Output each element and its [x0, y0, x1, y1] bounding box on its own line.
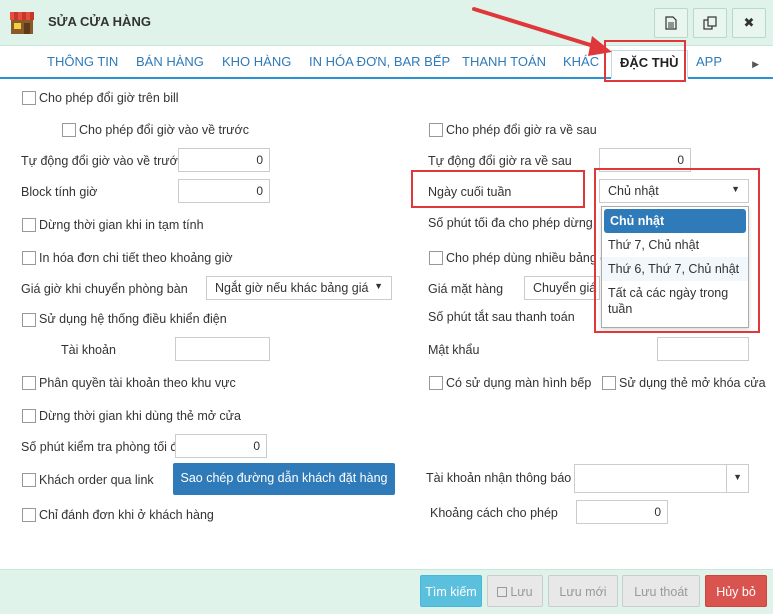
document-icon	[665, 16, 677, 30]
kitchen-screen-checkbox[interactable]	[429, 376, 443, 390]
customer-order-link-checkbox[interactable]	[22, 473, 36, 487]
save-new-button[interactable]: Lưu mới	[548, 575, 618, 607]
price-on-room-change-select[interactable]: Ngắt giờ nếu khác bảng giá ▼	[206, 276, 392, 300]
copy-icon	[703, 16, 717, 30]
customer-only-here-checkbox[interactable]	[22, 508, 36, 522]
change-time-out-later-checkbox[interactable]	[429, 123, 443, 137]
max-room-check-input[interactable]: 0	[175, 434, 267, 458]
close-button[interactable]: ✖	[732, 8, 766, 38]
use-electric-control-label: Sử dụng hệ thống điều khiển điện	[39, 312, 227, 326]
window-title: SỬA CỬA HÀNG	[48, 14, 151, 29]
account-input[interactable]	[175, 337, 270, 361]
auto-off-minutes-label: Số phút tắt sau thanh toán	[428, 310, 575, 324]
allowed-distance-input[interactable]: 0	[576, 500, 668, 524]
change-time-in-earlier-checkbox[interactable]	[62, 123, 76, 137]
password-label: Mật khẩu	[428, 343, 480, 357]
print-detail-by-time-checkbox[interactable]	[22, 251, 36, 265]
allow-multi-price-label: Cho phép dùng nhiều bảng giá	[446, 251, 617, 265]
tab-thong-tin[interactable]: THÔNG TIN	[47, 54, 118, 69]
footer-bar: Tìm kiếm Lưu Lưu mới Lưu thoát Hủy bỏ	[0, 569, 773, 614]
door-card-checkbox[interactable]	[602, 376, 616, 390]
chevron-down-icon: ▼	[733, 472, 742, 482]
item-price-value: Chuyển giá	[533, 281, 597, 295]
allow-multi-price-checkbox[interactable]	[429, 251, 443, 265]
door-card-label: Sử dụng thẻ mở khóa cửa	[619, 376, 766, 390]
save-icon	[497, 587, 508, 597]
save-button[interactable]: Lưu	[487, 575, 543, 607]
stop-time-on-print-label: Dừng thời gian khi in tạm tính	[39, 218, 204, 232]
customer-only-here-label: Chỉ đánh đơn khi ở khách hàng	[39, 508, 214, 522]
item-price-label: Giá mặt hàng	[428, 282, 504, 296]
price-on-room-change-label: Giá giờ khi chuyển phòng bàn	[21, 282, 188, 296]
kitchen-screen-label: Có sử dụng màn hình bếp	[446, 376, 592, 390]
notify-account-select[interactable]: ▼	[574, 464, 749, 493]
change-time-out-later-label: Cho phép đổi giờ ra về sau	[446, 123, 597, 137]
auto-change-in-earlier-label: Tự động đổi giờ vào về trước	[21, 154, 185, 168]
account-label: Tài khoản	[61, 343, 116, 357]
tab-app[interactable]: APP	[696, 54, 722, 69]
stop-time-on-card-checkbox[interactable]	[22, 409, 36, 423]
annotation-weekend-dropdown-box	[594, 168, 760, 333]
change-time-on-bill-label: Cho phép đổi giờ trên bill	[39, 91, 179, 105]
password-input[interactable]	[657, 337, 749, 361]
annotation-tab-box	[604, 40, 686, 82]
stop-time-on-print-checkbox[interactable]	[22, 218, 36, 232]
use-electric-control-checkbox[interactable]	[22, 313, 36, 327]
tab-in-hoa-don[interactable]: IN HÓA ĐƠN, BAR BẾP	[309, 54, 450, 69]
stop-time-on-card-label: Dừng thời gian khi dùng thẻ mở cửa	[39, 409, 241, 423]
cancel-button[interactable]: Hủy bỏ	[705, 575, 767, 607]
item-price-select[interactable]: Chuyển giá	[524, 276, 600, 300]
copy-link-button[interactable]: Sao chép đường dẫn khách đặt hàng	[173, 463, 395, 495]
annotation-weekend-label-box	[411, 170, 585, 208]
tab-scroll-right-icon[interactable]: ▶	[752, 59, 759, 70]
max-minutes-allowed-label: Số phút tối đa cho phép dừng	[428, 216, 593, 230]
customer-order-link-label: Khách order qua link	[39, 473, 154, 487]
copy-button[interactable]	[693, 8, 727, 38]
allowed-distance-label: Khoảng cách cho phép	[430, 506, 558, 520]
chevron-down-icon: ▼	[374, 281, 383, 291]
price-on-room-change-value: Ngắt giờ nếu khác bảng giá	[215, 281, 369, 295]
store-icon	[10, 12, 34, 34]
auto-change-out-later-label: Tự động đổi giờ ra về sau	[428, 154, 572, 168]
print-detail-by-time-label: In hóa đơn chi tiết theo khoảng giờ	[39, 251, 233, 265]
save-exit-button[interactable]: Lưu thoát	[622, 575, 700, 607]
change-time-on-bill-checkbox[interactable]	[22, 91, 36, 105]
auto-change-in-earlier-input[interactable]: 0	[178, 148, 270, 172]
document-button[interactable]	[654, 8, 688, 38]
notify-account-label: Tài khoản nhận thông báo	[426, 471, 572, 485]
max-room-check-label: Số phút kiểm tra phòng tối đa	[21, 440, 185, 454]
account-by-area-checkbox[interactable]	[22, 376, 36, 390]
change-time-in-earlier-label: Cho phép đổi giờ vào về trước	[79, 123, 249, 137]
account-by-area-label: Phân quyền tài khoản theo khu vực	[39, 376, 236, 390]
tab-ban-hang[interactable]: BÁN HÀNG	[136, 54, 204, 69]
block-time-input[interactable]: 0	[178, 179, 270, 203]
save-label: Lưu	[510, 585, 533, 599]
tab-kho-hang[interactable]: KHO HÀNG	[222, 54, 291, 69]
block-time-label: Block tính giờ	[21, 185, 98, 199]
close-icon: ✖	[743, 15, 755, 30]
search-button[interactable]: Tìm kiếm	[420, 575, 482, 607]
